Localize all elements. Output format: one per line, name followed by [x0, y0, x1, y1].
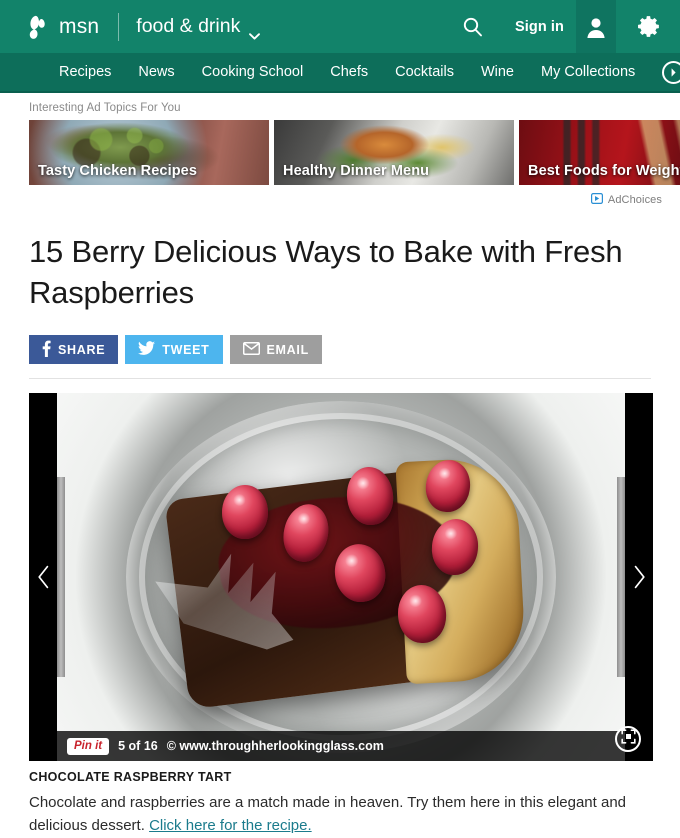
msn-brand[interactable]: msn — [22, 12, 99, 42]
chevron-right-icon — [633, 565, 646, 589]
category-nav-bar: Recipes News Cooking School Chefs Cockta… — [0, 53, 680, 93]
prev-image-button[interactable] — [29, 393, 57, 762]
top-header-bar: msn food & drink Sign in — [0, 0, 680, 53]
page-title: 15 Berry Delicious Ways to Bake with Fre… — [29, 234, 623, 311]
raspberry-shape — [221, 485, 268, 540]
avatar[interactable] — [576, 0, 616, 53]
chevron-down-icon — [249, 25, 261, 40]
image-credit: © www.throughherlookingglass.com — [166, 739, 384, 754]
ad-card[interactable]: Healthy Dinner Menu — [274, 120, 514, 185]
nav-item-wine[interactable]: Wine — [481, 65, 514, 80]
photo-caption-bar: Pin it 5 of 16 © www.throughherlookinggl… — [57, 731, 625, 762]
ad-card-list: Tasty Chicken Recipes Healthy Dinner Men… — [0, 120, 680, 185]
share-facebook-button[interactable]: SHARE — [29, 335, 119, 365]
share-twitter-label: TWEET — [162, 342, 210, 357]
share-facebook-label: SHARE — [58, 342, 106, 357]
vertical-dropdown[interactable]: food & drink — [136, 14, 261, 40]
ad-card-title: Tasty Chicken Recipes — [38, 163, 197, 179]
photo-edge-strip-right — [617, 477, 625, 678]
ad-card-title: Best Foods for Weight — [528, 163, 680, 179]
fullscreen-expand-icon — [620, 729, 636, 749]
share-button-row: SHARE TWEET EMAIL — [0, 313, 680, 365]
caption-body: Chocolate and raspberries are a match ma… — [29, 792, 650, 838]
caption-body-text: Chocolate and raspberries are a match ma… — [29, 794, 627, 835]
image-counter: 5 of 16 — [118, 739, 158, 754]
adchoices-triangle-icon — [590, 191, 603, 209]
header-actions: Sign in — [453, 0, 666, 53]
chevron-left-icon — [37, 565, 50, 589]
caption-title: CHOCOLATE RASPBERRY TART — [29, 770, 232, 785]
header-divider — [118, 12, 120, 41]
ad-card[interactable]: Tasty Chicken Recipes — [29, 120, 269, 185]
caption-section: CHOCOLATE RASPBERRY TART Chocolate and r… — [0, 761, 680, 838]
pinterest-pin-it-button[interactable]: Pin it — [67, 737, 110, 756]
ad-card-title: Healthy Dinner Menu — [283, 163, 430, 179]
vertical-label: food & drink — [136, 14, 241, 37]
envelope-icon — [242, 341, 260, 358]
ad-topics-strip: Interesting Ad Topics For You Tasty Chic… — [0, 93, 680, 209]
adchoices-label: AdChoices — [607, 194, 662, 206]
share-twitter-button[interactable]: TWEET — [125, 335, 223, 365]
share-email-label: EMAIL — [266, 342, 309, 357]
sign-in-button[interactable]: Sign in — [515, 19, 564, 35]
divider — [29, 378, 651, 380]
nav-item-my-collections[interactable]: My Collections — [541, 65, 635, 80]
adchoices[interactable]: AdChoices — [0, 185, 680, 209]
msn-butterfly-logo — [22, 12, 52, 42]
next-image-button[interactable] — [625, 393, 653, 762]
image-viewer: Pin it 5 of 16 © www.throughherlookinggl… — [29, 393, 653, 762]
recipe-link[interactable]: Click here for the recipe. — [149, 817, 312, 834]
twitter-bird-icon — [138, 341, 156, 359]
photo-edge-strip-left — [57, 477, 65, 678]
article-photo: Pin it 5 of 16 © www.throughherlookinggl… — [57, 393, 625, 762]
nav-item-cocktails[interactable]: Cocktails — [395, 65, 454, 80]
ad-card[interactable]: Best Foods for Weight — [519, 120, 680, 185]
nav-item-chefs[interactable]: Chefs — [330, 65, 368, 80]
nav-item-news[interactable]: News — [138, 65, 174, 80]
nav-item-recipes[interactable]: Recipes — [59, 65, 111, 80]
nav-item-cooking-school[interactable]: Cooking School — [202, 65, 304, 80]
ad-strip-label: Interesting Ad Topics For You — [29, 102, 181, 114]
search-button[interactable] — [453, 7, 493, 47]
settings-button[interactable] — [634, 12, 664, 42]
msn-wordmark: msn — [59, 15, 100, 38]
gear-icon — [637, 16, 659, 37]
arrow-right-circle-icon[interactable] — [662, 60, 680, 84]
user-avatar-icon — [587, 17, 605, 38]
share-email-button[interactable]: EMAIL — [229, 335, 322, 365]
facebook-icon — [42, 340, 51, 360]
